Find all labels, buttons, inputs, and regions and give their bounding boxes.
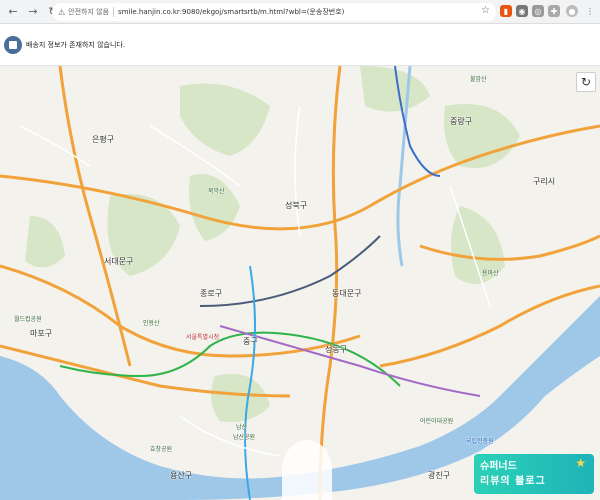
address-bar[interactable]: ⚠ 안전하지 않음 smile.hanjin.co.kr:9080/ekgoj/… [52,3,496,21]
url-text: smile.hanjin.co.kr:9080/ekgoj/smartsrtb/… [118,8,345,16]
landmark-label: 월드컵공원 [14,316,42,323]
warning-icon: ⚠ [58,7,66,17]
puzzle-icon[interactable]: ✚ [548,5,560,17]
landmark-label: 서울특별시청 [186,334,220,341]
district-label: 용산구 [170,471,193,480]
map-canvas [0,66,600,500]
watermark-line2: 리뷰의 블로그 [480,476,546,487]
landmark-label: 불암산 [470,76,487,83]
notice-message: 배송지 정보가 존재하지 않습니다. [26,40,126,49]
landmark-label: 남산 [236,424,248,431]
district-label: 마포구 [30,329,53,338]
landmark-label: 북악산 [208,188,225,195]
truck-logo-icon [4,35,22,54]
landmark-label: 국립현충원 [466,438,494,445]
district-label: 성북구 [285,201,308,210]
district-label: 중구 [243,337,258,346]
blog-watermark: 슈퍼너드 리뷰의 블로그 ★ [474,454,594,494]
refresh-map-icon[interactable]: ↻ [576,72,596,92]
map-control-overlay [282,440,332,500]
forward-icon[interactable]: → [26,5,40,19]
security-label: 안전하지 않음 [68,8,110,16]
district-label: 구리시 [533,177,556,186]
extension-icon[interactable]: ◎ [532,5,544,17]
landmark-label: 어린이대공원 [420,418,454,425]
profile-avatar-icon[interactable]: ● [566,5,578,17]
landmark-label: 용마산 [482,270,499,277]
star-icon: ★ [575,456,586,470]
extension-icon[interactable]: ◉ [516,5,528,17]
landmark-label: 효창공원 [150,446,173,453]
bookmark-star-icon[interactable]: ☆ [481,5,490,16]
district-label: 성동구 [325,345,348,354]
district-label: 광진구 [428,471,451,480]
district-label: 종로구 [200,289,223,298]
map-view[interactable]: 은평구 성북구 서대문구 종로구 동대문구 중랑구 마포구 중구 성동구 광진구… [0,66,600,500]
browser-toolbar: ← → ↻ ⚠ 안전하지 않음 smile.hanjin.co.kr:9080/… [0,0,600,24]
watermark-line1: 슈퍼너드 [480,461,517,472]
district-label: 서대문구 [104,257,134,266]
address-divider [113,7,115,17]
district-label: 동대문구 [332,289,362,298]
extension-icon[interactable]: ▮ [500,5,512,17]
landmark-label: 남산공원 [233,434,256,441]
notice-bar: 배송지 정보가 존재하지 않습니다. [0,24,600,66]
district-label: 은평구 [92,135,115,144]
back-icon[interactable]: ← [6,5,20,19]
menu-icon[interactable]: ⋮ [584,5,596,17]
district-label: 중랑구 [450,117,473,126]
subway-lines [59,66,481,500]
landmark-label: 인왕산 [143,320,160,327]
